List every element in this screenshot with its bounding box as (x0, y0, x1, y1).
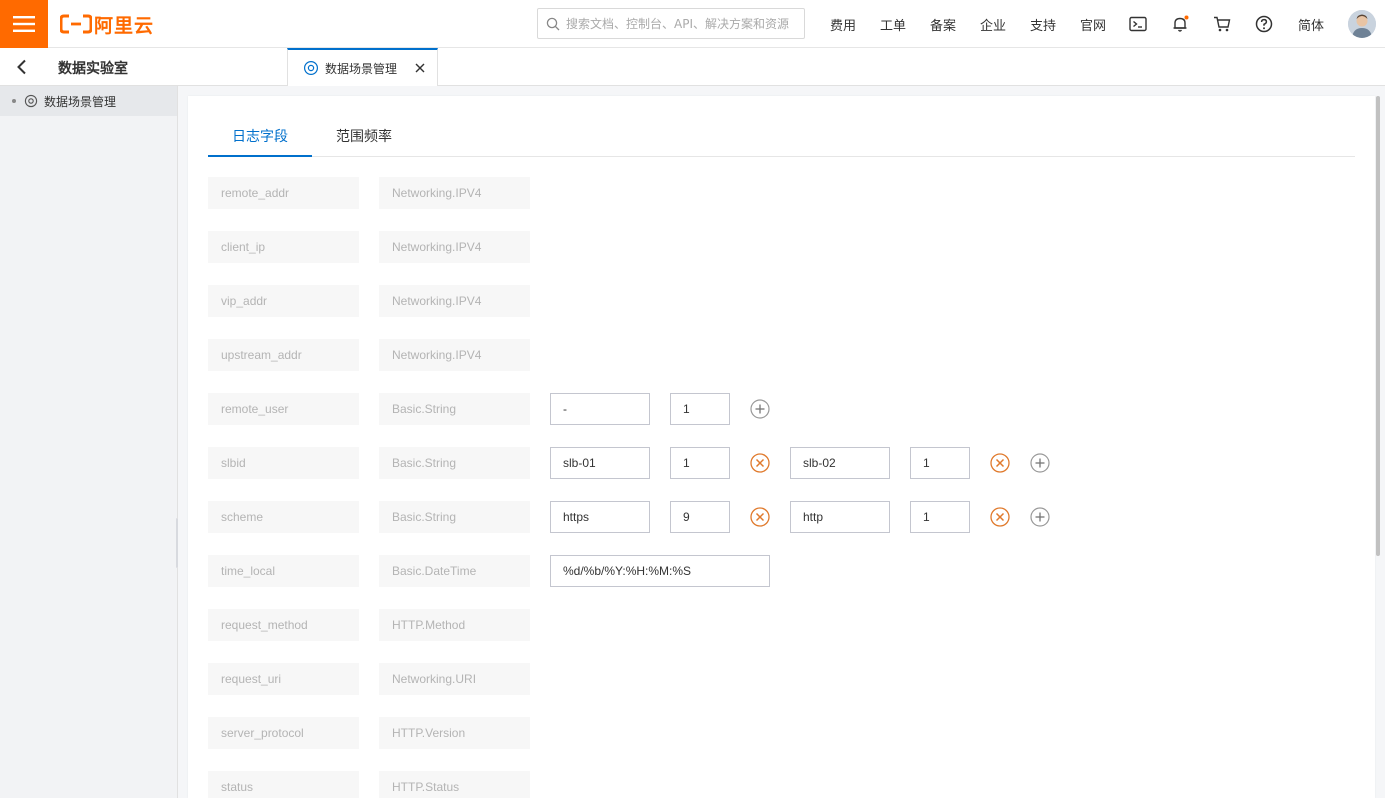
field-type: HTTP.Version (379, 717, 530, 749)
field-row: remote_user Basic.String (208, 393, 1355, 425)
weight-input[interactable] (670, 393, 730, 425)
field-type: Networking.URI (379, 663, 530, 695)
aliyun-logo[interactable]: 阿里云 (60, 12, 155, 37)
content-card: 日志字段 范围频率 remote_addr Networking.IPV4 clie… (188, 96, 1375, 798)
weight-input[interactable] (670, 447, 730, 479)
bullet-dot (12, 99, 16, 103)
bell-icon[interactable] (1168, 12, 1192, 36)
notification-dot (1184, 15, 1189, 20)
scrollbar[interactable] (1376, 96, 1380, 556)
back-icon[interactable] (12, 57, 32, 77)
value-input[interactable] (790, 447, 890, 479)
remove-value-icon[interactable] (990, 453, 1010, 473)
field-type: Networking.IPV4 (379, 177, 530, 209)
scene-icon (24, 94, 38, 108)
field-row: status HTTP.Status (208, 771, 1355, 798)
aliyun-logo-mark-icon (60, 14, 92, 34)
nav-tickets[interactable]: 工单 (880, 0, 906, 48)
field-row: remote_addr Networking.IPV4 (208, 177, 1355, 209)
weight-input[interactable] (910, 447, 970, 479)
menu-icon[interactable] (0, 0, 48, 48)
weight-input[interactable] (670, 501, 730, 533)
content-tabs: 日志字段 范围频率 (208, 116, 1355, 157)
brand-name: 阿里云 (94, 14, 155, 37)
datetime-format-input[interactable] (550, 555, 770, 587)
nav-icp[interactable]: 备案 (930, 0, 956, 48)
field-name: client_ip (208, 231, 359, 263)
field-name: status (208, 771, 359, 798)
add-value-icon[interactable] (750, 399, 770, 419)
field-row: upstream_addr Networking.IPV4 (208, 339, 1355, 371)
field-name: scheme (208, 501, 359, 533)
terminal-icon[interactable] (1126, 12, 1150, 36)
field-row: vip_addr Networking.IPV4 (208, 285, 1355, 317)
help-icon[interactable] (1252, 12, 1276, 36)
language-switch[interactable]: 简体 (1298, 0, 1324, 48)
nav-support[interactable]: 支持 (1030, 0, 1056, 48)
field-row: client_ip Networking.IPV4 (208, 231, 1355, 263)
remove-value-icon[interactable] (990, 507, 1010, 527)
add-value-icon[interactable] (1030, 453, 1050, 473)
nav-official-site[interactable]: 官网 (1080, 0, 1106, 48)
field-name: server_protocol (208, 717, 359, 749)
remove-value-icon[interactable] (750, 453, 770, 473)
workspace-bar: 数据实验室 数据场景管理 (0, 48, 1385, 86)
field-name: time_local (208, 555, 359, 587)
app-title: 数据实验室 (58, 61, 128, 77)
left-sidebar: 数据场景管理 (0, 86, 178, 798)
field-name: vip_addr (208, 285, 359, 317)
field-type: Basic.String (379, 447, 530, 479)
sidebar-item-label: 数据场景管理 (44, 94, 117, 109)
tab-log-fields[interactable]: 日志字段 (208, 126, 312, 157)
main-area: 日志字段 范围频率 remote_addr Networking.IPV4 clie… (178, 86, 1385, 798)
field-type: HTTP.Status (379, 771, 530, 798)
search-input[interactable] (566, 16, 794, 31)
field-name: slbid (208, 447, 359, 479)
field-row: request_uri Networking.URI (208, 663, 1355, 695)
cart-icon[interactable] (1210, 12, 1234, 36)
field-row: server_protocol HTTP.Version (208, 717, 1355, 749)
close-icon[interactable] (413, 61, 427, 75)
field-name: upstream_addr (208, 339, 359, 371)
field-type: Networking.IPV4 (379, 285, 530, 317)
field-name: request_method (208, 609, 359, 641)
add-value-icon[interactable] (1030, 507, 1050, 527)
field-type: Networking.IPV4 (379, 339, 530, 371)
field-type: HTTP.Method (379, 609, 530, 641)
value-input[interactable] (550, 501, 650, 533)
top-navbar: 阿里云 费用 工单 备案 企业 支持 官网 简体 (0, 0, 1385, 48)
nav-enterprise[interactable]: 企业 (980, 0, 1006, 48)
field-type: Networking.IPV4 (379, 231, 530, 263)
field-row: scheme Basic.String (208, 501, 1355, 533)
global-search[interactable] (537, 8, 805, 39)
sidebar-item-data-scene-management[interactable]: 数据场景管理 (0, 86, 177, 116)
scene-icon (303, 60, 319, 76)
field-row: request_method HTTP.Method (208, 609, 1355, 641)
field-row: time_local Basic.DateTime (208, 555, 1355, 587)
remove-value-icon[interactable] (750, 507, 770, 527)
field-name: request_uri (208, 663, 359, 695)
value-input[interactable] (550, 393, 650, 425)
avatar[interactable] (1348, 10, 1376, 38)
weight-input[interactable] (910, 501, 970, 533)
field-type: Basic.DateTime (379, 555, 530, 587)
value-input[interactable] (550, 447, 650, 479)
value-input[interactable] (790, 501, 890, 533)
page-tab-label: 数据场景管理 (325, 61, 398, 76)
nav-fees[interactable]: 费用 (830, 0, 856, 48)
search-icon (546, 17, 560, 30)
tab-range-frequency[interactable]: 范围频率 (336, 126, 392, 157)
field-name: remote_user (208, 393, 359, 425)
field-type: Basic.String (379, 393, 530, 425)
field-type: Basic.String (379, 501, 530, 533)
field-name: remote_addr (208, 177, 359, 209)
tab-data-scene-management[interactable]: 数据场景管理 (287, 48, 438, 86)
field-row: slbid Basic.String (208, 447, 1355, 479)
